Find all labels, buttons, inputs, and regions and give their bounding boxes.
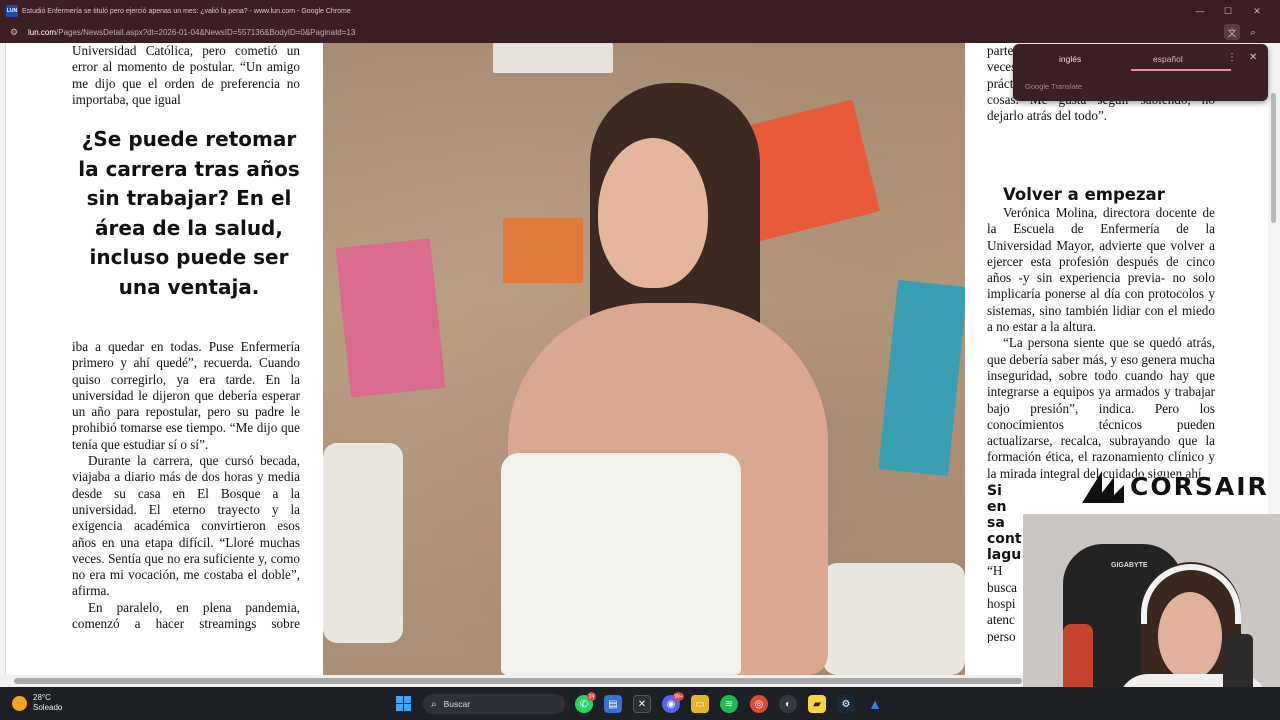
zoom-icon[interactable]: ⌕ bbox=[1245, 24, 1261, 40]
person-face bbox=[598, 138, 708, 288]
weather-widget[interactable]: 28°C Soleado bbox=[12, 693, 62, 713]
maximize-icon[interactable]: ☐ bbox=[1214, 0, 1242, 22]
poster-top bbox=[493, 43, 613, 73]
right-subheading: Si en sa cont lagu bbox=[987, 483, 1022, 564]
weather-temperature: 28°C bbox=[33, 693, 51, 702]
corsair-wordmark: CORSAIR bbox=[1130, 471, 1269, 501]
sun-icon bbox=[12, 695, 27, 711]
url-host[interactable]: lun.com bbox=[28, 28, 56, 37]
whatsapp-badge: 24 bbox=[587, 692, 596, 701]
site-info-icon[interactable]: ⚙ bbox=[10, 27, 22, 38]
spotify-icon[interactable]: ≋ bbox=[720, 695, 738, 713]
taskbar-search[interactable]: ⌕ Buscar bbox=[423, 694, 565, 714]
translate-icon[interactable]: 文 bbox=[1224, 24, 1240, 40]
horizontal-scroll-thumb[interactable] bbox=[14, 678, 1022, 684]
poster-mario bbox=[335, 238, 446, 398]
active-tab-indicator bbox=[1131, 69, 1231, 71]
translate-brand: Google Translate bbox=[1025, 82, 1083, 91]
close-icon[interactable]: ✕ bbox=[1249, 52, 1257, 63]
discord-badge: 99+ bbox=[673, 692, 684, 701]
section-heading: Volver a empezar bbox=[1003, 185, 1165, 204]
obs-icon[interactable]: ◐ bbox=[779, 695, 797, 713]
url-path[interactable]: /Pages/NewsDetail.aspx?dt=2026-01-04&New… bbox=[56, 28, 355, 37]
steam-icon[interactable]: ⚙ bbox=[837, 695, 855, 713]
address-bar[interactable]: ⚙ lun.com /Pages/NewsDetail.aspx?dt=2026… bbox=[0, 22, 1280, 43]
weather-condition: Soleado bbox=[33, 703, 63, 712]
right-paragraph-2: “La persona siente que se quedó atrás, q… bbox=[987, 335, 1215, 481]
sticky-notes-icon[interactable]: ▰ bbox=[808, 695, 826, 713]
translate-popup: inglés español ⋮ ✕ Google Translate bbox=[1013, 44, 1268, 101]
xbox-icon[interactable]: ✕ bbox=[633, 695, 651, 713]
cushion-right bbox=[823, 563, 965, 675]
cushion-left bbox=[323, 443, 403, 643]
search-icon: ⌕ bbox=[431, 698, 437, 710]
pull-quote: ¿Se puede retomar la carrera tras años s… bbox=[78, 127, 300, 299]
app-arrow-icon[interactable]: ▲ bbox=[866, 695, 884, 713]
corsair-logo: CORSAIR bbox=[1080, 466, 1269, 506]
window-titlebar: LUN Estudió Enfermería se tituló pero ej… bbox=[0, 0, 1280, 22]
window-title: Estudió Enfermería se tituló pero ejerci… bbox=[22, 7, 351, 15]
screen: LUN Estudió Enfermería se tituló pero ej… bbox=[0, 0, 1280, 720]
tab-target-language[interactable]: español bbox=[1153, 54, 1183, 64]
windows-start-icon[interactable] bbox=[396, 696, 411, 711]
poster-sunset bbox=[503, 218, 583, 283]
left-paragraph-1: iba a quedar en todas. Puse Enfermería p… bbox=[72, 339, 300, 452]
left-paragraph-2: Durante la carrera, que cursó becada, vi… bbox=[72, 453, 300, 599]
microphone bbox=[1223, 634, 1253, 694]
vertical-scrollbar[interactable] bbox=[1271, 93, 1276, 223]
chrome-icon[interactable]: ◎ bbox=[750, 695, 768, 713]
file-explorer-icon[interactable]: ▭ bbox=[691, 695, 709, 713]
more-vert-icon[interactable]: ⋮ bbox=[1227, 52, 1237, 63]
taskbar-search-label: Buscar bbox=[443, 699, 471, 709]
page-left-margin bbox=[0, 43, 6, 675]
notes-icon[interactable]: ▤ bbox=[604, 695, 622, 713]
minimize-icon[interactable]: — bbox=[1186, 0, 1214, 22]
tab-source-language[interactable]: inglés bbox=[1059, 54, 1081, 64]
right-paragraph-3: “H busca hospi atenc perso entre bbox=[987, 563, 1018, 644]
corsair-sails-icon bbox=[1082, 471, 1124, 503]
site-favicon-icon: LUN bbox=[6, 5, 18, 17]
close-window-icon[interactable]: ✕ bbox=[1243, 0, 1271, 22]
article-photo bbox=[323, 43, 965, 675]
white-dress bbox=[501, 453, 741, 675]
left-top-paragraph: Universidad Católica, pero cometió un er… bbox=[72, 43, 300, 107]
chair-brand: GIGABYTE bbox=[1111, 562, 1148, 569]
right-paragraph-1: Verónica Molina, directora docente de la… bbox=[987, 205, 1215, 335]
left-paragraph-3: En paralelo, en plena pandemia, comenzó … bbox=[72, 599, 300, 632]
windows-taskbar: 28°C Soleado ⌕ Buscar ✆ 24 ▤ ✕ ◉ 99+ ▭ ≋… bbox=[0, 687, 1280, 720]
